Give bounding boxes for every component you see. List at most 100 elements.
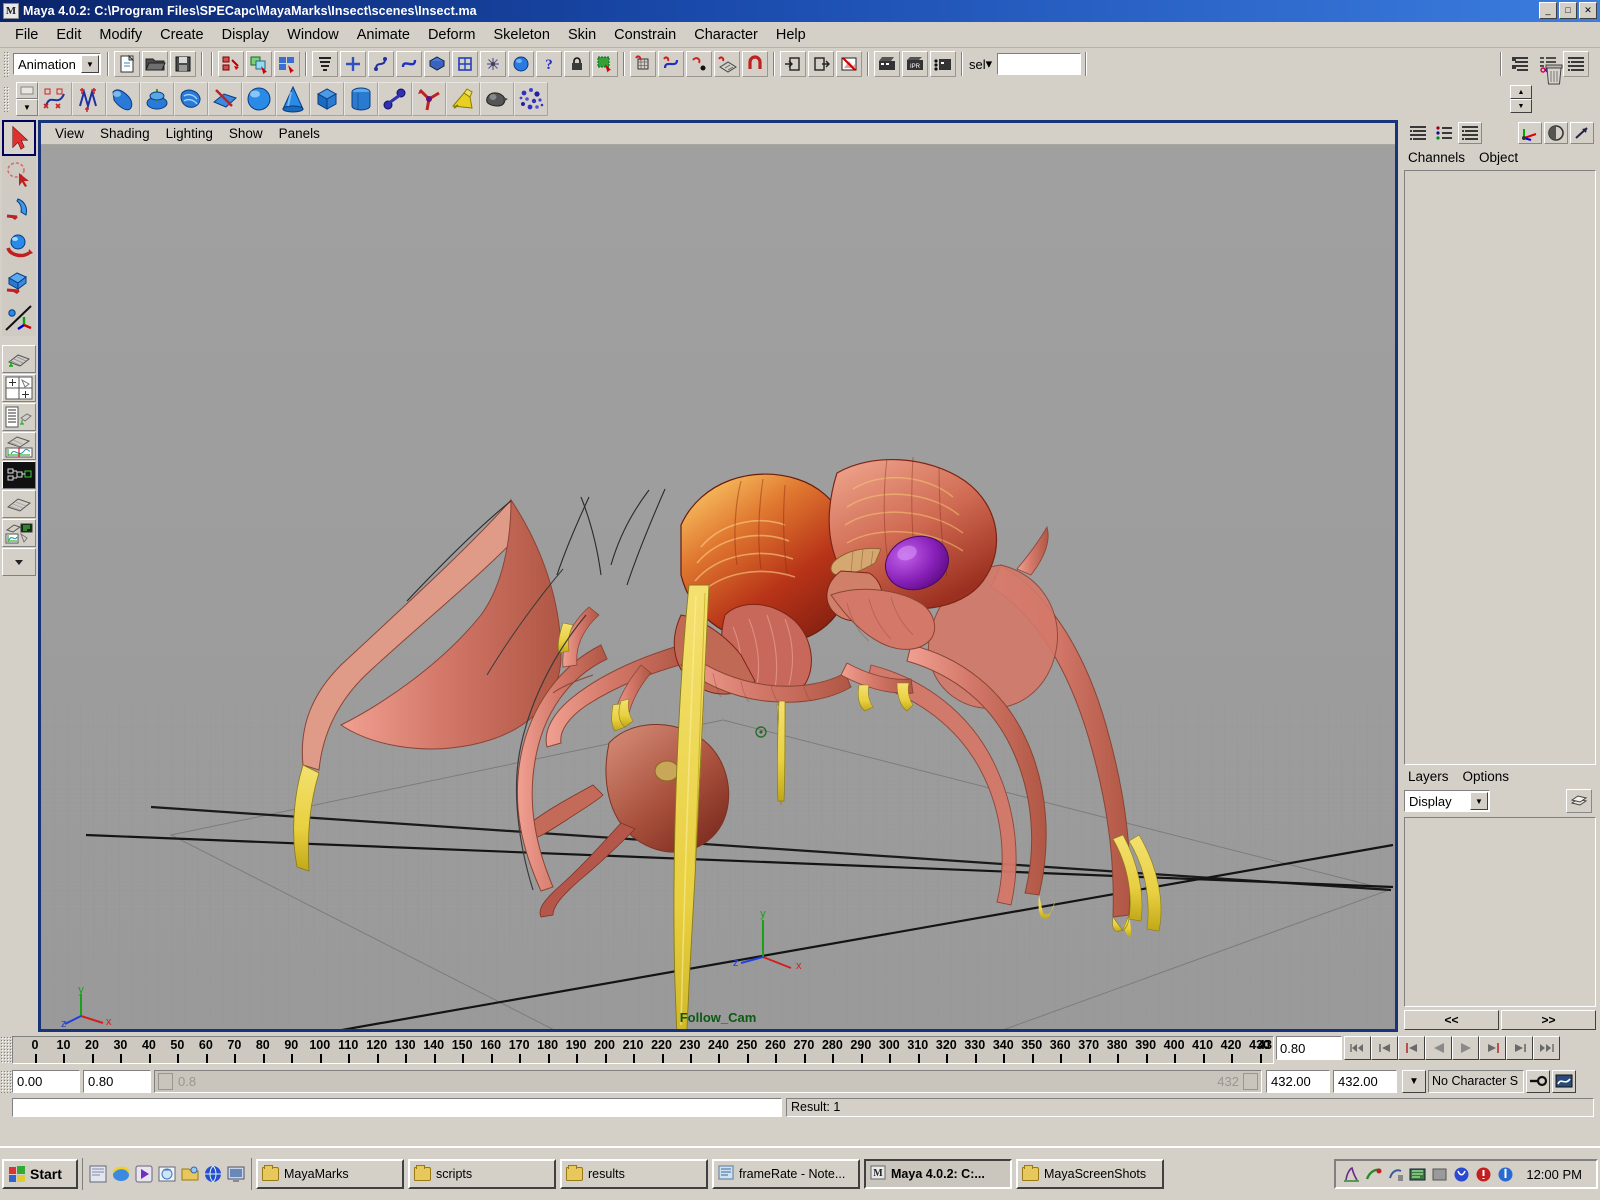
layer-mode-combo[interactable]: Display ▼ bbox=[1404, 790, 1490, 812]
snap-to-grid-icon[interactable] bbox=[630, 51, 656, 77]
step-back-key-icon[interactable] bbox=[1398, 1036, 1425, 1060]
snap-to-curve-icon[interactable] bbox=[658, 51, 684, 77]
channel-box-icon[interactable] bbox=[1406, 122, 1430, 144]
go-to-start-icon[interactable] bbox=[1344, 1036, 1371, 1060]
viewport-menu-shading[interactable]: Shading bbox=[92, 125, 158, 142]
tab-layers[interactable]: Layers bbox=[1408, 769, 1449, 784]
internet-explorer-icon[interactable] bbox=[111, 1164, 131, 1184]
new-scene-icon[interactable] bbox=[114, 51, 140, 77]
menu-edit[interactable]: Edit bbox=[47, 25, 90, 45]
construction-history-in-icon[interactable] bbox=[780, 51, 806, 77]
shelf-tab-dropdown-icon[interactable]: ▼ bbox=[16, 99, 38, 116]
hypershade-persp-layout[interactable] bbox=[2, 461, 36, 489]
ik-handle-icon[interactable] bbox=[412, 82, 446, 116]
range-end-field[interactable]: 0.80 bbox=[83, 1070, 151, 1093]
start-button[interactable]: Start bbox=[2, 1159, 78, 1189]
outlook-icon[interactable] bbox=[157, 1164, 177, 1184]
spinner-down-button[interactable]: ▼ bbox=[1510, 99, 1532, 113]
taskbar-button-mayascreenshots[interactable]: MayaScreenShots bbox=[1016, 1159, 1164, 1189]
range-slider-gripper[interactable] bbox=[0, 1070, 12, 1093]
select-by-component-icon[interactable] bbox=[274, 51, 300, 77]
current-time-field[interactable]: 0.80 bbox=[1276, 1036, 1342, 1060]
lattice-mask-icon[interactable] bbox=[480, 51, 506, 77]
poly-cylinder-icon[interactable] bbox=[344, 82, 378, 116]
save-scene-icon[interactable] bbox=[170, 51, 196, 77]
paint-weights-icon[interactable] bbox=[480, 82, 514, 116]
tray-icon-3[interactable] bbox=[1386, 1165, 1405, 1184]
menu-create[interactable]: Create bbox=[151, 25, 213, 45]
taskbar-button-scripts[interactable]: scripts bbox=[408, 1159, 556, 1189]
tray-icon-4[interactable] bbox=[1408, 1165, 1427, 1184]
taskbar-button-results[interactable]: results bbox=[560, 1159, 708, 1189]
construction-history-out-icon[interactable] bbox=[808, 51, 834, 77]
select-by-hierarchy-icon[interactable] bbox=[218, 51, 244, 77]
hypergraph-persp-layout[interactable] bbox=[2, 519, 36, 547]
hulls-mask-icon[interactable] bbox=[452, 51, 478, 77]
media-player-icon[interactable] bbox=[134, 1164, 154, 1184]
nurbs-cone-icon[interactable] bbox=[276, 82, 310, 116]
menu-help[interactable]: Help bbox=[767, 25, 815, 45]
time-slider[interactable]: 0102030405060708090100110120130140150160… bbox=[12, 1036, 1274, 1064]
persp-layout[interactable] bbox=[2, 490, 36, 518]
minimize-button[interactable]: _ bbox=[1539, 2, 1557, 19]
tab-object[interactable]: Object bbox=[1479, 150, 1518, 165]
move-tool[interactable] bbox=[2, 192, 36, 228]
menu-skeleton[interactable]: Skeleton bbox=[485, 25, 559, 45]
tray-icon-8[interactable] bbox=[1496, 1165, 1515, 1184]
display-icon[interactable] bbox=[226, 1164, 246, 1184]
menu-file[interactable]: File bbox=[6, 25, 47, 45]
open-scene-icon[interactable] bbox=[142, 51, 168, 77]
more-layouts-arrow[interactable] bbox=[2, 548, 36, 576]
help-icon[interactable]: ? bbox=[536, 51, 562, 77]
taskbar-button-framerate-notepad[interactable]: frameRate - Note... bbox=[712, 1159, 860, 1189]
viewport-menu-view[interactable]: View bbox=[47, 125, 92, 142]
tool-settings-icon[interactable] bbox=[1544, 122, 1568, 144]
cluster-deformer-icon[interactable] bbox=[140, 82, 174, 116]
play-backwards-icon[interactable] bbox=[1425, 1036, 1452, 1060]
maximize-button[interactable]: □ bbox=[1559, 2, 1577, 19]
tray-icon-1[interactable] bbox=[1342, 1165, 1361, 1184]
chevron-down-icon[interactable]: ▾ bbox=[986, 56, 993, 72]
faces-mask-icon[interactable] bbox=[424, 51, 450, 77]
range-right-handle[interactable] bbox=[1243, 1073, 1258, 1090]
menu-set-selector[interactable]: Animation ▼ bbox=[13, 53, 101, 75]
show-channel-box-icon[interactable] bbox=[1563, 51, 1589, 77]
show-desktop-icon[interactable] bbox=[88, 1164, 108, 1184]
set-key-icon[interactable] bbox=[38, 82, 72, 116]
persp-graph-layout[interactable] bbox=[2, 432, 36, 460]
range-start-field[interactable]: 0.00 bbox=[12, 1070, 80, 1093]
render-globals-window-icon[interactable] bbox=[930, 51, 956, 77]
channel-box-content[interactable] bbox=[1404, 170, 1596, 765]
range-left-handle[interactable] bbox=[158, 1073, 173, 1090]
select-tool[interactable] bbox=[2, 120, 36, 156]
scale-tool[interactable] bbox=[2, 264, 36, 300]
joint-tool-icon[interactable] bbox=[378, 82, 412, 116]
render-globals-icon[interactable] bbox=[836, 51, 862, 77]
show-hide-icon[interactable] bbox=[1570, 122, 1594, 144]
nonlinear-deformer-icon[interactable] bbox=[208, 82, 242, 116]
go-to-end-icon[interactable] bbox=[1533, 1036, 1560, 1060]
single-perspective-layout[interactable] bbox=[2, 345, 36, 373]
show-attribute-editor-icon[interactable] bbox=[1507, 51, 1533, 77]
viewport-menu-show[interactable]: Show bbox=[221, 125, 271, 142]
lock-selection-icon[interactable] bbox=[564, 51, 590, 77]
lattice-deformer-icon[interactable] bbox=[106, 82, 140, 116]
taskbar-button-maya[interactable]: M Maya 4.0.2: C:... bbox=[864, 1159, 1012, 1189]
taskbar-button-mayamarks[interactable]: MayaMarks bbox=[256, 1159, 404, 1189]
tray-icon-2[interactable] bbox=[1364, 1165, 1383, 1184]
snap-to-view-plane-icon[interactable] bbox=[714, 51, 740, 77]
range-slider-track[interactable]: 0.8 432 bbox=[154, 1070, 1262, 1093]
menu-window[interactable]: Window bbox=[278, 25, 348, 45]
tray-icon-6[interactable] bbox=[1452, 1165, 1471, 1184]
parm-points-mask-icon[interactable] bbox=[368, 51, 394, 77]
tab-options[interactable]: Options bbox=[1463, 769, 1510, 784]
attribute-editor-icon[interactable] bbox=[1518, 122, 1542, 144]
toolbar-gripper[interactable] bbox=[3, 51, 10, 77]
highlight-selection-icon[interactable] bbox=[592, 51, 618, 77]
chevron-down-icon[interactable]: ▼ bbox=[1470, 792, 1488, 810]
shelf-gripper[interactable] bbox=[3, 86, 10, 112]
play-forwards-icon[interactable] bbox=[1452, 1036, 1479, 1060]
close-button[interactable]: ✕ bbox=[1579, 2, 1597, 19]
particle-tool-icon[interactable] bbox=[514, 82, 548, 116]
rotate-tool[interactable] bbox=[2, 228, 36, 264]
